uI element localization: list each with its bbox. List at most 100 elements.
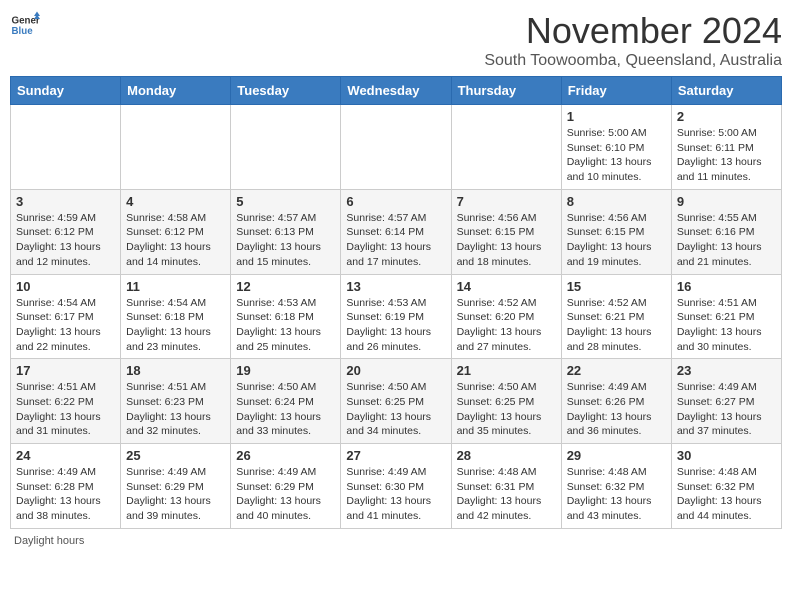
header-friday: Friday: [561, 77, 671, 105]
day-detail: Sunrise: 4:56 AMSunset: 6:15 PMDaylight:…: [457, 211, 556, 270]
calendar-cell: 30 Sunrise: 4:48 AMSunset: 6:32 PMDayligh…: [671, 444, 781, 529]
day-detail: Sunrise: 4:49 AMSunset: 6:26 PMDaylight:…: [567, 380, 666, 439]
header-thursday: Thursday: [451, 77, 561, 105]
calendar-cell: 22Sunrise: 4:49 AMSunset: 6:26 PMDayligh…: [561, 359, 671, 444]
day-detail: Sunrise: 4:49 AMSunset: 6:28 PMDaylight:…: [16, 465, 115, 524]
calendar-cell: 17Sunrise: 4:51 AMSunset: 6:22 PMDayligh…: [11, 359, 121, 444]
week-row-2: 10 Sunrise: 4:54 AMSunset: 6:17 PMDayligh…: [11, 274, 782, 359]
day-detail: Sunrise: 4:59 AMSunset: 6:12 PMDaylight:…: [16, 211, 115, 270]
logo: General Blue: [10, 10, 40, 40]
calendar-cell: 1 Sunrise: 5:00 AMSunset: 6:10 PMDaylight…: [561, 105, 671, 190]
calendar-cell: 10 Sunrise: 4:54 AMSunset: 6:17 PMDayligh…: [11, 274, 121, 359]
day-detail: Sunrise: 4:50 AMSunset: 6:24 PMDaylight:…: [236, 380, 335, 439]
day-detail: Sunrise: 4:52 AMSunset: 6:20 PMDaylight:…: [457, 296, 556, 355]
day-number: 9: [677, 194, 776, 209]
header-saturday: Saturday: [671, 77, 781, 105]
calendar-cell: 15 Sunrise: 4:52 AMSunset: 6:21 PMDayligh…: [561, 274, 671, 359]
day-detail: Sunrise: 4:53 AMSunset: 6:18 PMDaylight:…: [236, 296, 335, 355]
day-detail: Sunrise: 4:49 AMSunset: 6:30 PMDaylight:…: [346, 465, 445, 524]
logo-icon: General Blue: [10, 10, 40, 40]
calendar-cell: [121, 105, 231, 190]
day-detail: Sunrise: 4:53 AMSunset: 6:19 PMDaylight:…: [346, 296, 445, 355]
day-number: 21: [457, 363, 556, 378]
day-detail: Sunrise: 4:49 AMSunset: 6:29 PMDaylight:…: [126, 465, 225, 524]
calendar-cell: [451, 105, 561, 190]
week-row-3: 17Sunrise: 4:51 AMSunset: 6:22 PMDayligh…: [11, 359, 782, 444]
calendar-cell: 25 Sunrise: 4:49 AMSunset: 6:29 PMDayligh…: [121, 444, 231, 529]
calendar-cell: 20Sunrise: 4:50 AMSunset: 6:25 PMDayligh…: [341, 359, 451, 444]
calendar-header-row: SundayMondayTuesdayWednesdayThursdayFrid…: [11, 77, 782, 105]
day-detail: Sunrise: 4:48 AMSunset: 6:32 PMDaylight:…: [677, 465, 776, 524]
day-detail: Sunrise: 4:56 AMSunset: 6:15 PMDaylight:…: [567, 211, 666, 270]
calendar-cell: 28 Sunrise: 4:48 AMSunset: 6:31 PMDayligh…: [451, 444, 561, 529]
header-monday: Monday: [121, 77, 231, 105]
calendar-cell: 12 Sunrise: 4:53 AMSunset: 6:18 PMDayligh…: [231, 274, 341, 359]
header-tuesday: Tuesday: [231, 77, 341, 105]
calendar-cell: 24 Sunrise: 4:49 AMSunset: 6:28 PMDayligh…: [11, 444, 121, 529]
day-detail: Sunrise: 4:54 AMSunset: 6:18 PMDaylight:…: [126, 296, 225, 355]
day-detail: Sunrise: 4:52 AMSunset: 6:21 PMDaylight:…: [567, 296, 666, 355]
svg-text:Blue: Blue: [12, 26, 34, 37]
day-number: 28: [457, 448, 556, 463]
day-detail: Sunrise: 4:48 AMSunset: 6:31 PMDaylight:…: [457, 465, 556, 524]
calendar-cell: [231, 105, 341, 190]
day-number: 10: [16, 279, 115, 294]
day-number: 18: [126, 363, 225, 378]
calendar-cell: 19 Sunrise: 4:50 AMSunset: 6:24 PMDayligh…: [231, 359, 341, 444]
day-number: 25: [126, 448, 225, 463]
calendar-cell: 11Sunrise: 4:54 AMSunset: 6:18 PMDayligh…: [121, 274, 231, 359]
day-detail: Sunrise: 4:58 AMSunset: 6:12 PMDaylight:…: [126, 211, 225, 270]
day-detail: Sunrise: 4:51 AMSunset: 6:23 PMDaylight:…: [126, 380, 225, 439]
day-number: 24: [16, 448, 115, 463]
day-detail: Sunrise: 4:49 AMSunset: 6:27 PMDaylight:…: [677, 380, 776, 439]
calendar-cell: 7 Sunrise: 4:56 AMSunset: 6:15 PMDaylight…: [451, 189, 561, 274]
daylight-hours-label: Daylight hours: [14, 535, 84, 547]
day-detail: Sunrise: 5:00 AMSunset: 6:11 PMDaylight:…: [677, 126, 776, 185]
day-number: 5: [236, 194, 335, 209]
day-detail: Sunrise: 5:00 AMSunset: 6:10 PMDaylight:…: [567, 126, 666, 185]
day-number: 2: [677, 109, 776, 124]
calendar-cell: 21 Sunrise: 4:50 AMSunset: 6:25 PMDayligh…: [451, 359, 561, 444]
calendar-cell: 13 Sunrise: 4:53 AMSunset: 6:19 PMDayligh…: [341, 274, 451, 359]
calendar-cell: 27 Sunrise: 4:49 AMSunset: 6:30 PMDayligh…: [341, 444, 451, 529]
calendar-cell: 2 Sunrise: 5:00 AMSunset: 6:11 PMDaylight…: [671, 105, 781, 190]
day-number: 30: [677, 448, 776, 463]
calendar-cell: 16 Sunrise: 4:51 AMSunset: 6:21 PMDayligh…: [671, 274, 781, 359]
day-number: 3: [16, 194, 115, 209]
calendar-cell: 4 Sunrise: 4:58 AMSunset: 6:12 PMDaylight…: [121, 189, 231, 274]
day-number: 8: [567, 194, 666, 209]
week-row-1: 3 Sunrise: 4:59 AMSunset: 6:12 PMDaylight…: [11, 189, 782, 274]
title-area: November 2024 South Toowoomba, Queenslan…: [484, 10, 782, 70]
calendar-cell: 9 Sunrise: 4:55 AMSunset: 6:16 PMDaylight…: [671, 189, 781, 274]
day-number: 4: [126, 194, 225, 209]
day-number: 6: [346, 194, 445, 209]
calendar-table: SundayMondayTuesdayWednesdayThursdayFrid…: [10, 76, 782, 529]
calendar-cell: 14Sunrise: 4:52 AMSunset: 6:20 PMDayligh…: [451, 274, 561, 359]
day-number: 15: [567, 279, 666, 294]
day-number: 1: [567, 109, 666, 124]
day-number: 7: [457, 194, 556, 209]
day-number: 13: [346, 279, 445, 294]
day-detail: Sunrise: 4:50 AMSunset: 6:25 PMDaylight:…: [457, 380, 556, 439]
day-detail: Sunrise: 4:54 AMSunset: 6:17 PMDaylight:…: [16, 296, 115, 355]
day-detail: Sunrise: 4:51 AMSunset: 6:21 PMDaylight:…: [677, 296, 776, 355]
calendar-subtitle: South Toowoomba, Queensland, Australia: [484, 52, 782, 70]
footer-note: Daylight hours: [10, 535, 782, 547]
day-number: 16: [677, 279, 776, 294]
day-number: 27: [346, 448, 445, 463]
day-number: 26: [236, 448, 335, 463]
day-number: 12: [236, 279, 335, 294]
day-detail: Sunrise: 4:48 AMSunset: 6:32 PMDaylight:…: [567, 465, 666, 524]
calendar-cell: [11, 105, 121, 190]
day-detail: Sunrise: 4:55 AMSunset: 6:16 PMDaylight:…: [677, 211, 776, 270]
calendar-cell: 29Sunrise: 4:48 AMSunset: 6:32 PMDayligh…: [561, 444, 671, 529]
calendar-cell: 8 Sunrise: 4:56 AMSunset: 6:15 PMDaylight…: [561, 189, 671, 274]
calendar-title: November 2024: [484, 10, 782, 52]
day-detail: Sunrise: 4:51 AMSunset: 6:22 PMDaylight:…: [16, 380, 115, 439]
calendar-cell: 6Sunrise: 4:57 AMSunset: 6:14 PMDaylight…: [341, 189, 451, 274]
calendar-cell: 23Sunrise: 4:49 AMSunset: 6:27 PMDayligh…: [671, 359, 781, 444]
header-wednesday: Wednesday: [341, 77, 451, 105]
calendar-cell: 5Sunrise: 4:57 AMSunset: 6:13 PMDaylight…: [231, 189, 341, 274]
day-number: 19: [236, 363, 335, 378]
calendar-cell: 18 Sunrise: 4:51 AMSunset: 6:23 PMDayligh…: [121, 359, 231, 444]
